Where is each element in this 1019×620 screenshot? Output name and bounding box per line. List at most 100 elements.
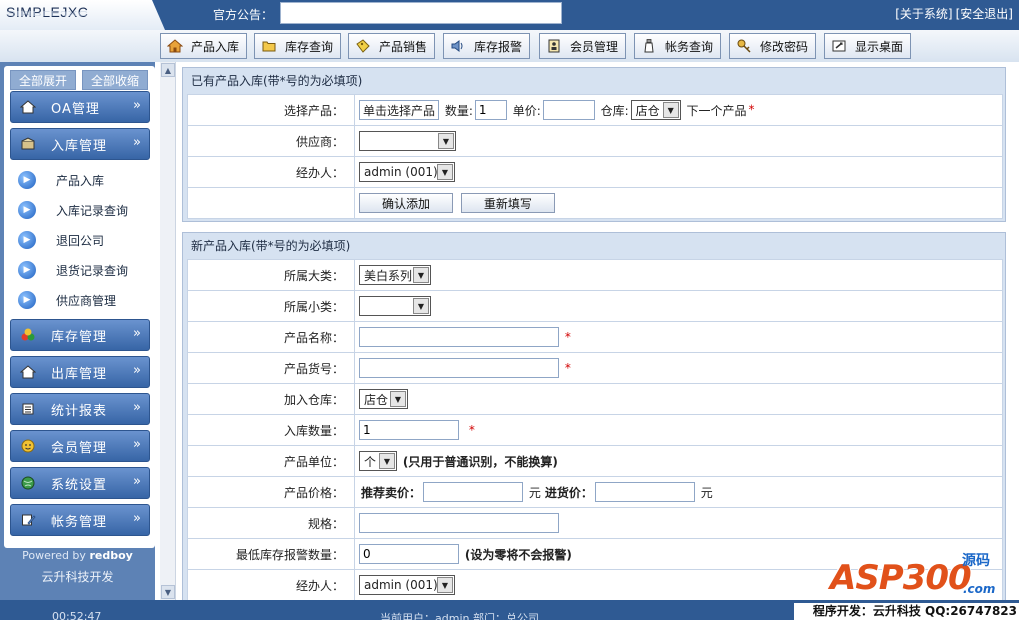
menu-label: 帐务管理 xyxy=(51,514,108,530)
play-icon: ▶ xyxy=(18,201,36,219)
price-cell: 推荐卖价： 元进货价： 元 xyxy=(354,476,1003,508)
menu-oa-management[interactable]: OA管理 » xyxy=(10,91,150,123)
collapse-all-button[interactable]: 全部收缩 xyxy=(82,70,148,90)
play-icon: ▶ xyxy=(18,261,36,279)
product-label: 选择产品： xyxy=(187,94,355,126)
panel-title: 新产品入库(带*号的为必填项) xyxy=(191,239,351,253)
chevron-down-icon: ▼ xyxy=(390,391,406,407)
sidebar-item-return-records[interactable]: ▶ 退货记录查询 xyxy=(18,259,128,281)
price-input[interactable] xyxy=(542,100,595,120)
sale-price-input[interactable] xyxy=(423,482,524,502)
sale-price-label: 推荐卖价： xyxy=(361,485,422,500)
menu-stock-in-management[interactable]: 入库管理 » xyxy=(10,128,150,160)
sidebar-item-return-company[interactable]: ▶ 退回公司 xyxy=(18,229,104,251)
stock-in-qty-input[interactable] xyxy=(359,420,459,440)
form-row: 选择产品： 单击选择产品 数量: 单价: 仓库:店仓▼ 下一个产品* xyxy=(187,94,1003,126)
bottle-icon xyxy=(641,38,657,54)
form-row: 所属大类： 美白系列 ▼ xyxy=(187,259,1003,291)
menu-member-management[interactable]: 会员管理 » xyxy=(10,430,150,462)
chevron-down-icon: ▼ xyxy=(662,102,679,118)
category-label: 所属大类： xyxy=(187,259,355,291)
spec-label: 规格： xyxy=(187,507,355,539)
expand-all-button[interactable]: 全部展开 xyxy=(10,70,76,90)
unit-cell: 个 ▼ (只用于普通识别，不能换算) xyxy=(354,445,1003,477)
reset-button[interactable]: 重新填写 xyxy=(460,193,555,213)
logout-link[interactable]: [安全退出] xyxy=(956,7,1013,21)
price-label: 单价: xyxy=(512,103,541,118)
menu-account-management[interactable]: 帐务管理 » xyxy=(10,504,150,536)
qty-input[interactable] xyxy=(474,100,507,120)
chevron-down-icon: ▼ xyxy=(413,267,429,283)
category-select[interactable]: 美白系列 ▼ xyxy=(359,265,431,285)
join-warehouse-select[interactable]: 店仓 ▼ xyxy=(359,389,408,409)
tab-product-stock-in[interactable]: 产品入库 xyxy=(160,33,247,59)
home-icon xyxy=(167,38,183,54)
confirm-add-button[interactable]: 确认添加 xyxy=(359,193,453,213)
logo-reflection: SIMPLEJXC xyxy=(6,9,89,18)
tab-show-desktop[interactable]: 显示桌面 xyxy=(824,33,911,59)
select-product-button[interactable]: 单击选择产品 xyxy=(359,100,440,120)
product-code-input[interactable] xyxy=(359,358,559,378)
notice-input[interactable] xyxy=(280,2,562,24)
top-header: SIMPLEJXC SIMPLEJXC 官方公告： [关于系统] [安全退出] xyxy=(0,0,1019,30)
sidebar-item-stock-in-records[interactable]: ▶ 入库记录查询 xyxy=(18,199,128,221)
tab-label: 库存查询 xyxy=(285,39,334,54)
next-product-label[interactable]: 下一个产品 xyxy=(686,104,746,118)
home-icon xyxy=(19,98,37,116)
new-handler-select[interactable]: admin (001) ▼ xyxy=(359,575,455,595)
cost-price-input[interactable] xyxy=(594,482,695,502)
min-stock-note: (设为零将不会报警) xyxy=(464,547,572,562)
required-mark: * xyxy=(564,360,571,375)
min-stock-input[interactable] xyxy=(359,544,459,564)
chevron-down-icon: ▼ xyxy=(437,164,453,180)
about-system-link[interactable]: [关于系统] xyxy=(895,7,952,21)
unit-select[interactable]: 个 ▼ xyxy=(359,451,397,471)
required-mark: * xyxy=(564,329,571,344)
menu-inventory-management[interactable]: 库存管理 » xyxy=(10,319,150,351)
tab-change-password[interactable]: 修改密码 xyxy=(729,33,816,59)
double-chevron-icon: » xyxy=(133,474,141,489)
unit-note: (只用于普通识别，不能换算) xyxy=(402,454,558,469)
double-chevron-icon: » xyxy=(133,363,141,378)
tab-member-management[interactable]: 会员管理 xyxy=(539,33,626,59)
main-content: ▲ ▼ 已有产品入库(带*号的为必填项) 选择产品： 单击选择产品 数量: 单价… xyxy=(160,62,1019,600)
logo: SIMPLEJXC SIMPLEJXC xyxy=(0,0,165,30)
existing-product-form: 选择产品： 单击选择产品 数量: 单价: 仓库:店仓▼ 下一个产品* 供应商： … xyxy=(187,94,1003,219)
new-product-panel: 新产品入库(带*号的为必填项) 所属大类： 美白系列 ▼ 所属小类： ▼ 产品名称… xyxy=(182,232,1006,600)
scroll-down-icon[interactable]: ▼ xyxy=(161,585,175,599)
menu-stock-out-management[interactable]: 出库管理 » xyxy=(10,356,150,388)
product-name-input[interactable] xyxy=(359,327,559,347)
sidebar: 全部展开 全部收缩 OA管理 » 入库管理 » ▶ 产品入库 ▶ 入库记录查询 … xyxy=(0,62,155,600)
tab-account-query[interactable]: 帐务查询 xyxy=(634,33,721,59)
menu-label: 统计报表 xyxy=(51,403,108,419)
menu-statistics-report[interactable]: 统计报表 » xyxy=(10,393,150,425)
spec-input[interactable] xyxy=(359,513,559,533)
select-value: admin (001) xyxy=(364,165,438,179)
tab-label: 产品销售 xyxy=(379,39,428,54)
required-mark: * xyxy=(748,102,755,117)
sidebar-item-label: 产品入库 xyxy=(56,173,105,188)
tab-stock-alert[interactable]: 库存报警 xyxy=(443,33,530,59)
sidebar-item-supplier-management[interactable]: ▶ 供应商管理 xyxy=(18,289,116,311)
supplier-select[interactable]: ▼ xyxy=(359,131,456,151)
powered-name: redboy xyxy=(89,549,133,562)
form-row: 所属小类： ▼ xyxy=(187,290,1003,322)
warehouse-select[interactable]: 店仓 ▼ xyxy=(630,100,681,120)
vertical-scrollbar[interactable]: ▲ ▼ xyxy=(160,62,176,600)
powered-prefix: Powered by xyxy=(22,549,90,562)
yuan-unit: 元 xyxy=(700,485,713,500)
price-label: 产品价格： xyxy=(187,476,355,508)
menu-system-settings[interactable]: 系统设置 » xyxy=(10,467,150,499)
qty-label: 数量: xyxy=(444,103,473,118)
double-chevron-icon: » xyxy=(133,511,141,526)
tab-stock-query[interactable]: 库存查询 xyxy=(254,33,341,59)
double-chevron-icon: » xyxy=(133,98,141,113)
subcategory-select[interactable]: ▼ xyxy=(359,296,431,316)
sidebar-item-label: 供应商管理 xyxy=(56,293,117,308)
handler-select[interactable]: admin (001) ▼ xyxy=(359,162,455,182)
scroll-up-icon[interactable]: ▲ xyxy=(161,63,175,77)
tab-product-sales[interactable]: 产品销售 xyxy=(348,33,435,59)
form-row: 供应商： ▼ xyxy=(187,125,1003,157)
sidebar-item-product-stock-in[interactable]: ▶ 产品入库 xyxy=(18,169,104,191)
form-row: 产品单位： 个 ▼ (只用于普通识别，不能换算) xyxy=(187,445,1003,477)
